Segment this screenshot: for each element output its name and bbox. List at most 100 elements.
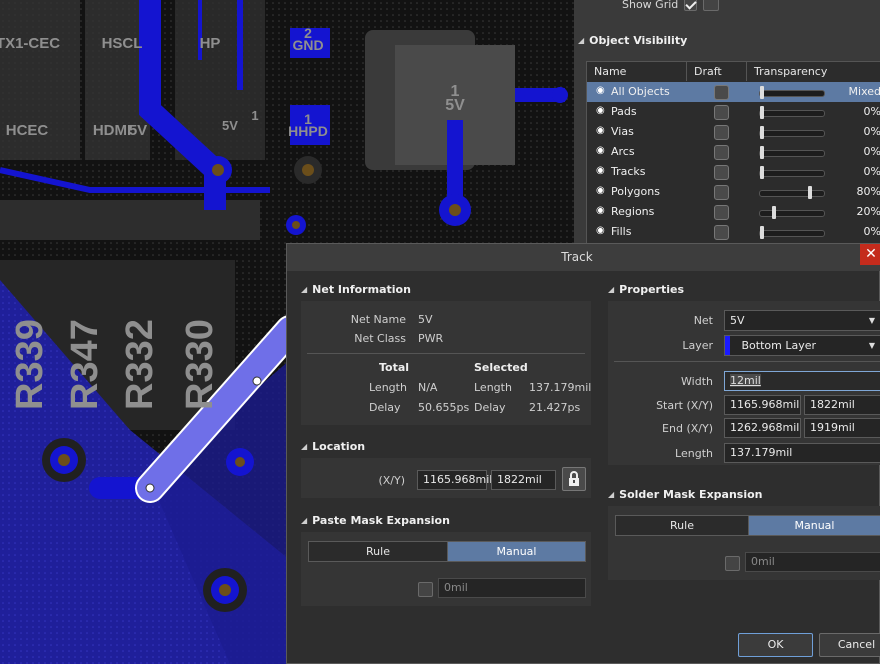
draft-checkbox[interactable] — [714, 125, 729, 140]
transparency-slider[interactable] — [759, 146, 825, 159]
solder-mask-rule-button[interactable]: Rule — [615, 515, 749, 536]
paste-mask-value-field[interactable]: 0mil — [438, 578, 586, 598]
transparency-slider[interactable] — [759, 86, 825, 99]
divider — [307, 353, 585, 354]
col-header-transparency[interactable]: Transparency — [747, 62, 880, 81]
pad-label: 5V — [129, 122, 147, 139]
visibility-row[interactable]: ◉ Arcs 0% — [587, 142, 880, 162]
collapse-triangle-icon: ◢ — [301, 442, 308, 451]
visibility-row[interactable]: ◉ All Objects Mixed — [587, 82, 880, 102]
layer-dropdown[interactable]: Bottom Layer ▼ — [724, 335, 880, 356]
net-info-header[interactable]: ◢ Net Information — [301, 283, 411, 296]
draft-checkbox[interactable] — [714, 165, 729, 180]
transparency-value: 0% — [863, 125, 880, 138]
total-length-value: N/A — [418, 381, 438, 394]
properties-header[interactable]: ◢ Properties — [608, 283, 684, 296]
paste-mask-rule-button[interactable]: Rule — [308, 541, 448, 562]
object-visibility-header[interactable]: ◢ Object Visibility — [578, 34, 687, 47]
col-header-draft[interactable]: Draft — [687, 62, 747, 81]
length-field[interactable]: 137.179mil — [724, 443, 880, 463]
slider-thumb[interactable] — [760, 226, 764, 239]
cancel-button[interactable]: Cancel — [819, 633, 880, 657]
pad-label: 1 — [251, 108, 258, 123]
end-x-field[interactable]: 1262.968mil — [724, 418, 801, 438]
visibility-row[interactable]: ◉ Polygons 80% — [587, 182, 880, 202]
slider-thumb[interactable] — [760, 126, 764, 139]
slider-thumb[interactable] — [760, 106, 764, 119]
solder-mask-header[interactable]: ◢ Solder Mask Expansion — [608, 488, 763, 501]
slider-thumb[interactable] — [772, 206, 776, 219]
visibility-row[interactable]: ◉ Tracks 0% — [587, 162, 880, 182]
object-name: Regions — [611, 205, 655, 218]
draft-checkbox[interactable] — [714, 85, 729, 100]
object-name: All Objects — [611, 85, 670, 98]
eye-icon[interactable]: ◉ — [596, 126, 606, 136]
end-y-field[interactable]: 1919mil — [804, 418, 880, 438]
visibility-row[interactable]: ◉ Vias 0% — [587, 122, 880, 142]
object-name: Arcs — [611, 145, 635, 158]
show-grid-checkbox[interactable] — [684, 0, 698, 11]
eye-icon[interactable]: ◉ — [596, 86, 606, 96]
pad-label: HP — [200, 35, 221, 52]
visibility-row[interactable]: ◉ Fills 0% — [587, 222, 880, 242]
net-dropdown[interactable]: 5V ▼ — [724, 310, 880, 331]
solder-mask-value-field[interactable]: 0mil — [745, 552, 880, 572]
designator-label: R330 — [179, 319, 221, 410]
transparency-slider[interactable] — [759, 166, 825, 179]
transparency-value: 0% — [863, 225, 880, 238]
transparency-slider[interactable] — [759, 126, 825, 139]
slider-thumb[interactable] — [760, 166, 764, 179]
grid-color-swatch[interactable] — [703, 0, 720, 11]
slider-thumb[interactable] — [760, 146, 764, 159]
eye-icon[interactable]: ◉ — [596, 146, 606, 156]
ok-button[interactable]: OK — [738, 633, 813, 657]
location-y-field[interactable]: 1822mil — [491, 470, 556, 490]
slider-thumb[interactable] — [760, 86, 764, 99]
draft-checkbox[interactable] — [714, 145, 729, 160]
draft-checkbox[interactable] — [714, 205, 729, 220]
close-icon[interactable]: ✕ — [860, 244, 880, 265]
start-y-field[interactable]: 1822mil — [804, 395, 880, 415]
lock-button[interactable] — [562, 467, 586, 491]
eye-icon[interactable]: ◉ — [596, 166, 606, 176]
pad-label: HCEC — [6, 122, 49, 139]
start-x-field[interactable]: 1165.968mil — [724, 395, 801, 415]
paste-mask-manual-button[interactable]: Manual — [447, 541, 586, 562]
total-delay-value: 50.655ps — [418, 401, 470, 414]
transparency-slider[interactable] — [759, 106, 825, 119]
draft-checkbox[interactable] — [714, 225, 729, 240]
eye-icon[interactable]: ◉ — [596, 206, 606, 216]
solder-mask-checkbox[interactable] — [725, 556, 740, 571]
col-header-name[interactable]: Name — [587, 62, 687, 81]
solder-mask-title: Solder Mask Expansion — [619, 488, 763, 501]
draft-checkbox[interactable] — [714, 185, 729, 200]
selected-length-label: Length — [474, 381, 512, 394]
visibility-row[interactable]: ◉ Pads 0% — [587, 102, 880, 122]
width-field[interactable]: 12mil — [724, 371, 880, 391]
slider-thumb[interactable] — [808, 186, 812, 199]
collapse-triangle-icon: ◢ — [301, 285, 308, 294]
transparency-value: 0% — [863, 165, 880, 178]
pad-label: 5V — [445, 97, 465, 114]
object-name: Tracks — [611, 165, 646, 178]
draft-checkbox[interactable] — [714, 105, 729, 120]
visibility-row[interactable]: ◉ Regions 20% — [587, 202, 880, 222]
transparency-value: Mixed — [848, 85, 880, 98]
dialog-titlebar[interactable]: Track ✕ — [287, 244, 880, 271]
eye-icon[interactable]: ◉ — [596, 226, 606, 236]
transparency-slider[interactable] — [759, 186, 825, 199]
width-value: 12mil — [730, 374, 761, 387]
transparency-slider[interactable] — [759, 226, 825, 239]
solder-mask-manual-button[interactable]: Manual — [748, 515, 880, 536]
paste-mask-checkbox[interactable] — [418, 582, 433, 597]
collapse-triangle-icon: ◢ — [608, 285, 615, 294]
eye-icon[interactable]: ◉ — [596, 186, 606, 196]
eye-icon[interactable]: ◉ — [596, 106, 606, 116]
location-x-field[interactable]: 1165.968mil — [417, 470, 492, 490]
location-header[interactable]: ◢ Location — [301, 440, 365, 453]
paste-mask-group: Rule Manual 0mil — [301, 532, 591, 606]
transparency-slider[interactable] — [759, 206, 825, 219]
pad-label: HSCL — [102, 35, 143, 52]
paste-mask-header[interactable]: ◢ Paste Mask Expansion — [301, 514, 450, 527]
net-class-label: Net Class — [354, 332, 406, 345]
